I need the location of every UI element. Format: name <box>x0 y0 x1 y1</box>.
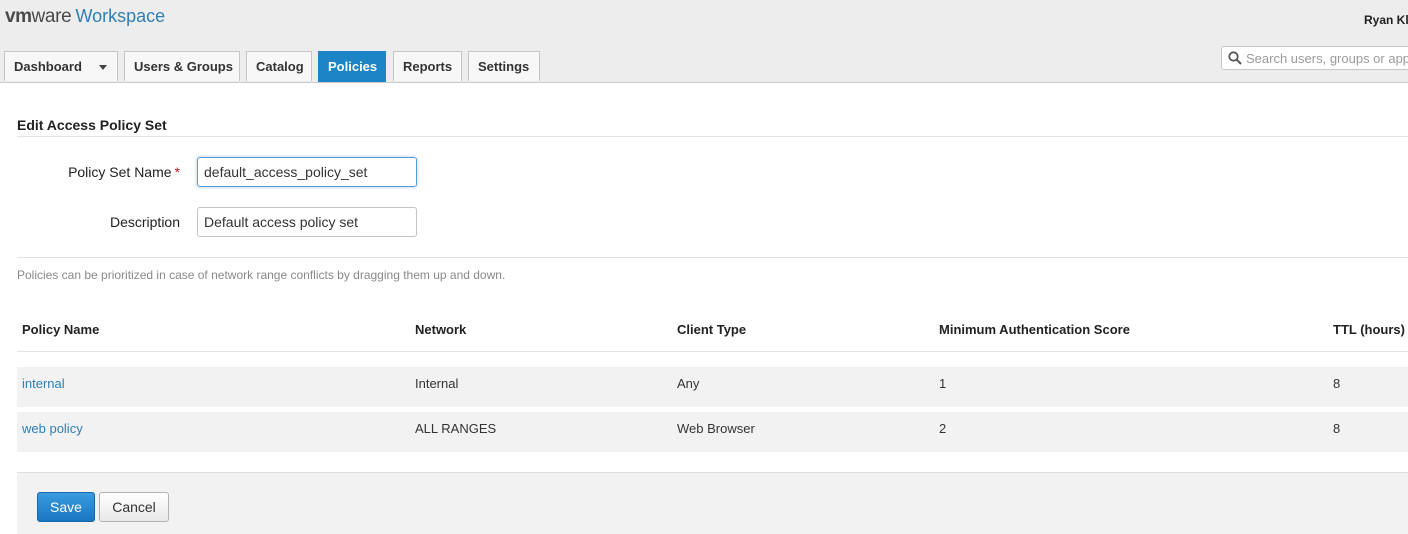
tab-dashboard-label: Dashboard <box>14 59 82 74</box>
column-header-policy-name: Policy Name <box>22 322 100 337</box>
search-icon <box>1228 51 1242 65</box>
ttl-cell: 8 <box>1333 421 1341 436</box>
tab-policies[interactable]: Policies <box>318 51 386 82</box>
global-search[interactable] <box>1221 46 1408 70</box>
required-marker: * <box>174 164 180 180</box>
divider <box>17 257 1408 258</box>
network-cell: ALL RANGES <box>415 421 497 436</box>
table-row[interactable]: web policy ALL RANGES Web Browser 2 8 <box>17 412 1408 452</box>
top-header: vmware Workspace Ryan Kl Dashboard Users … <box>0 0 1408 83</box>
vmware-workspace-logo[interactable]: vmware Workspace <box>5 6 165 30</box>
logo-product-text: Workspace <box>75 6 166 26</box>
tab-policies-label: Policies <box>328 59 378 74</box>
description-field[interactable] <box>197 207 417 237</box>
divider <box>17 136 1408 137</box>
client-type-cell: Web Browser <box>677 421 755 436</box>
form-footer <box>17 472 1408 534</box>
column-header-client-type: Client Type <box>677 322 747 337</box>
page-title: Edit Access Policy Set <box>17 117 167 133</box>
network-cell: Internal <box>415 376 459 391</box>
search-input[interactable] <box>1246 49 1408 67</box>
tab-settings-label: Settings <box>478 59 530 74</box>
ttl-cell: 8 <box>1333 376 1341 391</box>
tab-reports[interactable]: Reports <box>393 51 462 81</box>
chevron-down-icon[interactable] <box>99 65 107 70</box>
policy-name-link[interactable]: web policy <box>22 421 83 436</box>
client-type-cell: Any <box>677 376 700 391</box>
policy-set-name-label: Policy Set Name * <box>10 164 180 180</box>
cancel-button[interactable]: Cancel <box>99 492 169 522</box>
tab-settings[interactable]: Settings <box>468 51 540 81</box>
tab-users-groups-label: Users & Groups <box>134 59 233 74</box>
policy-set-name-field[interactable] <box>197 157 417 187</box>
column-header-network: Network <box>415 322 467 337</box>
logo-ware-text: ware <box>31 6 72 27</box>
logo-vm-text: vm <box>5 6 32 27</box>
column-header-min-auth-score: Minimum Authentication Score <box>939 322 1130 337</box>
save-button[interactable]: Save <box>37 492 95 522</box>
tab-catalog[interactable]: Catalog <box>246 51 312 81</box>
policy-name-link[interactable]: internal <box>22 376 65 391</box>
table-row[interactable]: internal Internal Any 1 8 <box>17 367 1408 407</box>
divider <box>17 351 1408 352</box>
policy-set-name-label-text: Policy Set Name <box>68 164 172 180</box>
tab-reports-label: Reports <box>403 59 453 74</box>
tab-users-groups[interactable]: Users & Groups <box>124 51 240 81</box>
min-score-cell: 2 <box>939 421 947 436</box>
user-name[interactable]: Ryan Kl <box>1364 13 1408 27</box>
column-header-ttl: TTL (hours) <box>1333 322 1405 337</box>
reorder-hint: Policies can be prioritized in case of n… <box>17 268 506 282</box>
tab-catalog-label: Catalog <box>256 59 304 74</box>
min-score-cell: 1 <box>939 376 947 391</box>
description-label: Description <box>109 214 180 230</box>
tab-dashboard[interactable]: Dashboard <box>4 51 118 81</box>
